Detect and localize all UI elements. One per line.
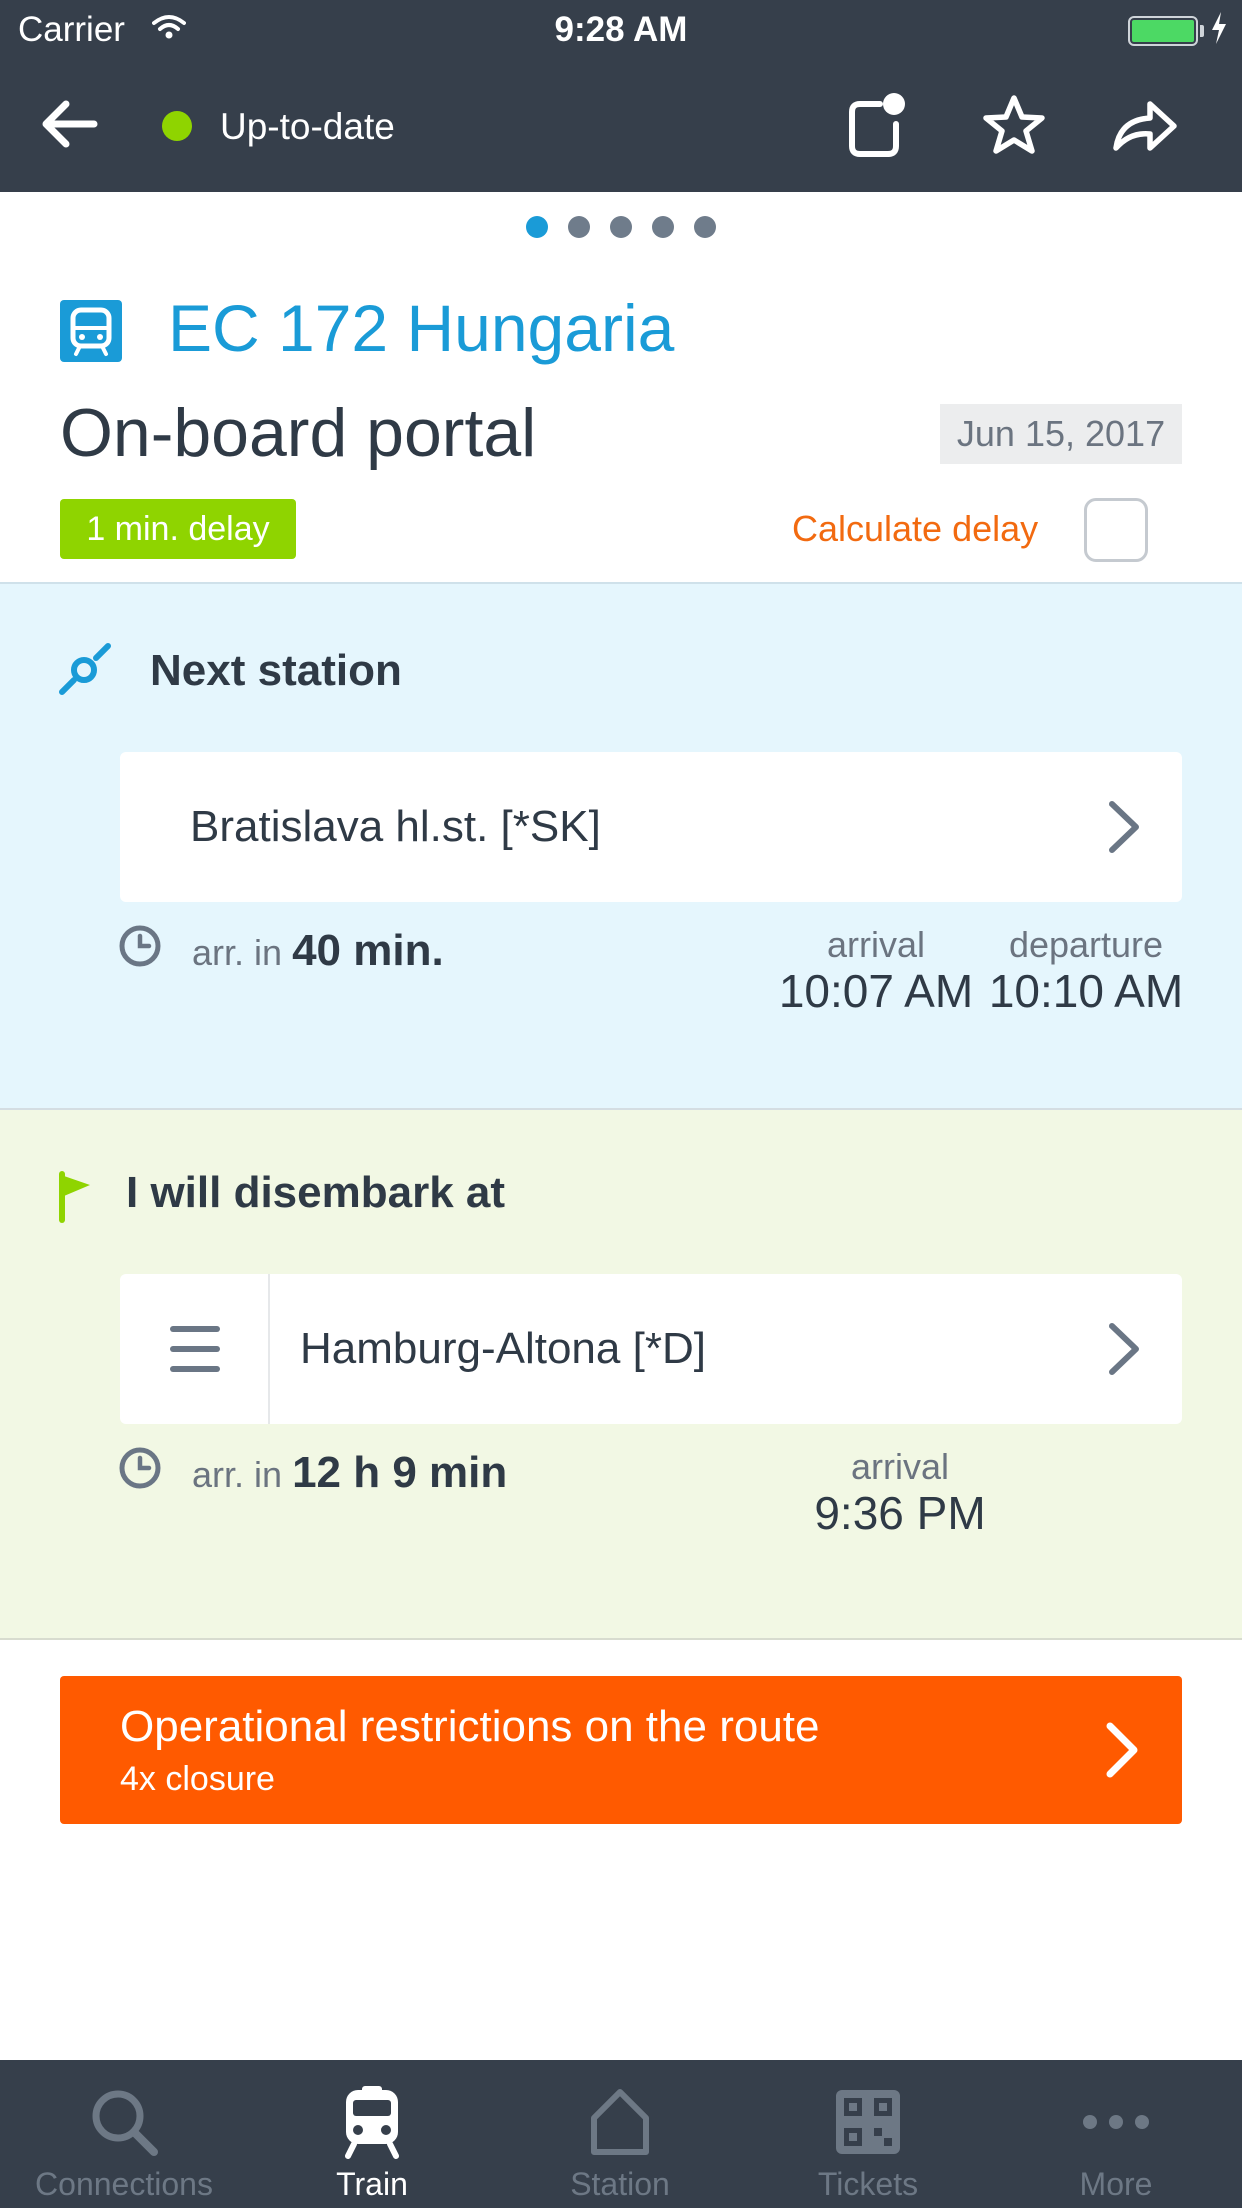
tab-station[interactable]: Station: [496, 2060, 744, 2208]
tab-label: Station: [570, 2166, 670, 2202]
page-dot[interactable]: [568, 216, 590, 238]
page-indicator[interactable]: [0, 216, 1242, 238]
tab-bar: Connections Train Station Tickets More: [0, 2060, 1242, 2208]
train-icon: [60, 300, 122, 362]
date-badge: Jun 15, 2017: [940, 404, 1182, 464]
route-icon: [59, 643, 111, 695]
house-icon: [591, 2089, 649, 2155]
more-dots-icon: [1083, 2115, 1149, 2129]
notification-icon[interactable]: [840, 90, 912, 162]
arrival-in-row: arr. in 12 h 9 min: [192, 1448, 507, 1498]
tab-connections[interactable]: Connections: [0, 2060, 248, 2208]
next-station-card[interactable]: Bratislava hl.st. [*SK]: [120, 752, 1182, 902]
arrival-in-value: 40 min.: [292, 926, 444, 975]
next-station-title: Next station: [150, 646, 402, 695]
arrival-time: 9:36 PM: [814, 1487, 986, 1539]
next-station-name: Bratislava hl.st. [*SK]: [190, 802, 601, 851]
disembark-station-name: Hamburg-Altona [*D]: [300, 1324, 706, 1373]
share-icon[interactable]: [1108, 90, 1180, 162]
train-icon: [345, 2086, 399, 2159]
restrictions-subtitle: 4x closure: [120, 1760, 275, 1798]
tab-label: More: [1079, 2166, 1153, 2202]
qr-code-icon: [836, 2090, 900, 2154]
disembark-title: I will disembark at: [126, 1168, 506, 1217]
search-icon: [92, 2090, 158, 2156]
arrival-label: arrival: [826, 924, 925, 965]
train-name: EC 172 Hungaria: [168, 291, 675, 365]
tab-label: Connections: [35, 2166, 213, 2202]
restrictions-banner[interactable]: Operational restrictions on the route 4x…: [60, 1676, 1182, 1824]
arrival-time: 10:07 AM: [778, 965, 974, 1017]
arrival-in-prefix: arr. in: [192, 1454, 283, 1495]
arrival-label: arrival: [850, 1446, 949, 1487]
disembark-section: I will disembark at Hamburg-Altona [*D] …: [0, 1110, 1242, 1640]
tab-more[interactable]: More: [992, 2060, 1240, 2208]
page-dot[interactable]: [652, 216, 674, 238]
calculate-delay-label[interactable]: Calculate delay: [792, 508, 1038, 550]
departure-label: departure: [1008, 924, 1164, 965]
menu-icon[interactable]: [120, 1274, 270, 1424]
page-title: On-board portal: [60, 395, 537, 471]
arrival-in-row: arr. in 40 min.: [192, 926, 444, 976]
page-dot[interactable]: [610, 216, 632, 238]
page-dot[interactable]: [694, 216, 716, 238]
chevron-right-icon: [1109, 1323, 1139, 1375]
chevron-right-icon: [1109, 801, 1139, 853]
tab-label: Train: [336, 2166, 408, 2202]
departure-time: 10:10 AM: [988, 965, 1184, 1017]
flag-icon: [59, 1171, 90, 1223]
tab-train[interactable]: Train: [248, 2060, 496, 2208]
next-station-section: Next station Bratislava hl.st. [*SK] arr…: [0, 582, 1242, 1110]
battery-icon: [1128, 16, 1198, 46]
navigation-bar: Up-to-date: [0, 60, 1242, 192]
delay-badge: 1 min. delay: [60, 499, 296, 559]
page-dot[interactable]: [526, 216, 548, 238]
chevron-right-icon: [1106, 1722, 1138, 1778]
arrival-in-value: 12 h 9 min: [292, 1448, 508, 1497]
calculate-delay-checkbox[interactable]: [1084, 498, 1148, 562]
charging-bolt-icon: [1212, 12, 1226, 44]
clock-icon: [119, 925, 161, 967]
update-status-label: Up-to-date: [220, 106, 395, 147]
clock-icon: [119, 1447, 161, 1489]
back-arrow-icon[interactable]: [36, 92, 108, 156]
online-status-dot: [162, 111, 192, 141]
tab-label: Tickets: [817, 2166, 919, 2202]
top-bar: Carrier 9:28 AM Up-to-date: [0, 0, 1242, 192]
disembark-station-card[interactable]: Hamburg-Altona [*D]: [120, 1274, 1182, 1424]
tab-tickets[interactable]: Tickets: [744, 2060, 992, 2208]
arrival-in-prefix: arr. in: [192, 932, 283, 973]
restrictions-title: Operational restrictions on the route: [120, 1702, 820, 1751]
favorite-star-icon[interactable]: [978, 90, 1050, 162]
clock-time: 9:28 AM: [554, 10, 688, 49]
status-bar: Carrier 9:28 AM: [0, 0, 1242, 60]
